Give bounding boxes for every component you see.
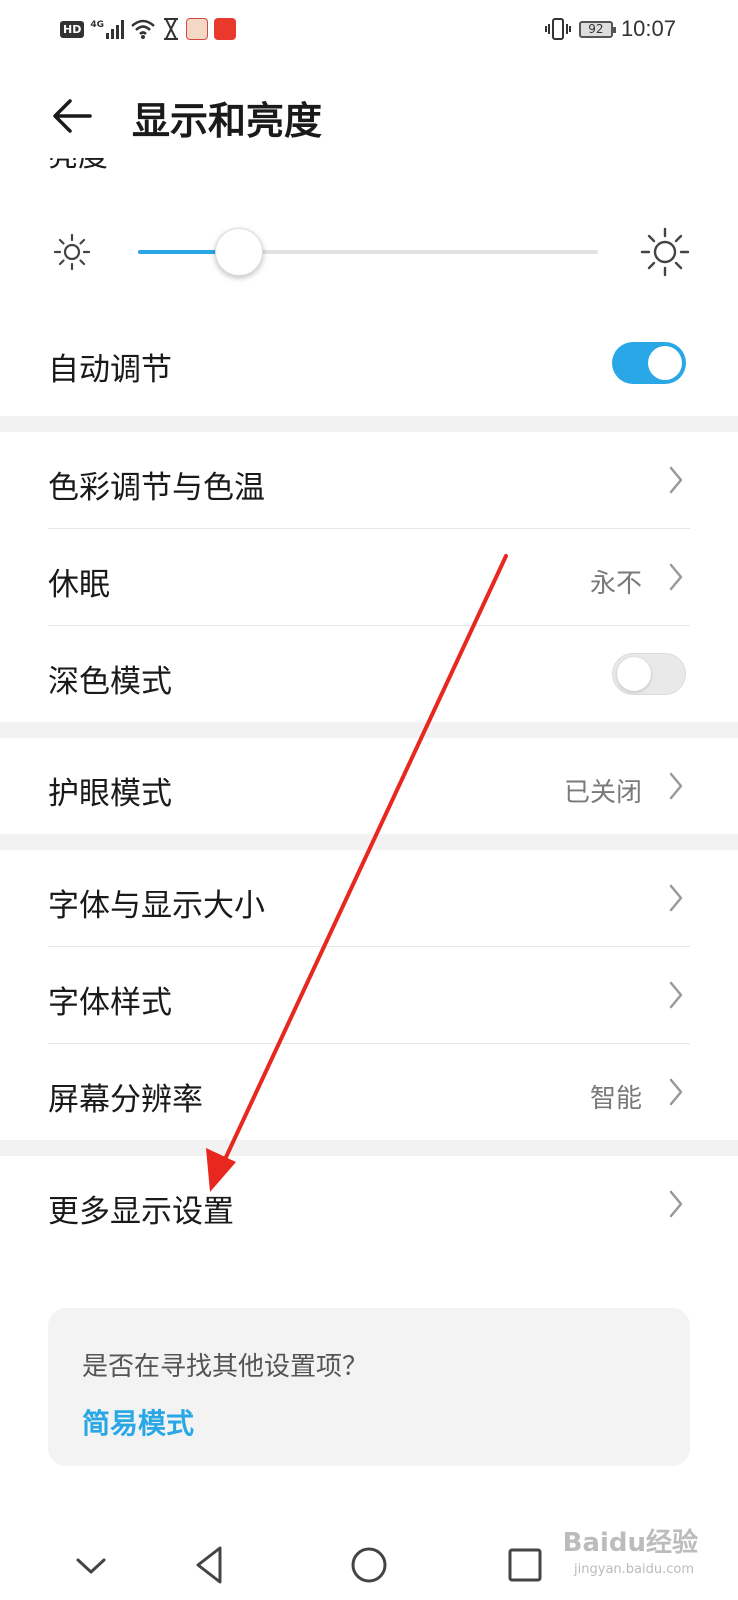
more-display-settings-row[interactable]: 更多显示设置 xyxy=(0,1156,738,1252)
hourglass-icon xyxy=(164,18,178,40)
chevron-right-icon xyxy=(669,563,683,591)
brightness-section-label: 亮度 xyxy=(48,158,108,192)
dark-mode-toggle[interactable] xyxy=(612,653,686,695)
app-header: 显示和亮度 xyxy=(0,72,738,158)
brightness-slider-row xyxy=(0,222,738,282)
chevron-right-icon xyxy=(669,466,683,494)
section-gap xyxy=(0,722,738,738)
page-title: 显示和亮度 xyxy=(132,99,323,143)
section-gap xyxy=(0,416,738,432)
row-label: 护眼模式 xyxy=(48,776,172,812)
battery-icon: 92 xyxy=(578,20,616,38)
vibrate-icon xyxy=(544,18,571,40)
color-temperature-row[interactable]: 色彩调节与色温 xyxy=(0,432,738,528)
hd-badge: HD xyxy=(60,20,85,38)
status-right: 92 10:07 xyxy=(544,14,676,44)
status-left: HD 4G xyxy=(60,14,236,44)
brightness-low-icon xyxy=(53,233,91,271)
section-gap xyxy=(0,834,738,850)
suggestion-card: 是否在寻找其他设置项？ 简易模式 xyxy=(48,1308,690,1466)
collapse-chevron-icon[interactable] xyxy=(66,1540,116,1590)
wifi-icon xyxy=(131,19,155,39)
chevron-right-icon xyxy=(669,772,683,800)
row-label: 深色模式 xyxy=(48,664,172,700)
chevron-right-icon xyxy=(669,981,683,1009)
back-arrow-icon[interactable] xyxy=(48,92,96,140)
auto-adjust-label: 自动调节 xyxy=(48,352,172,388)
auto-adjust-toggle[interactable] xyxy=(612,342,686,384)
row-label: 字体样式 xyxy=(48,985,172,1021)
row-label: 更多显示设置 xyxy=(48,1194,234,1230)
font-display-size-row[interactable]: 字体与显示大小 xyxy=(0,850,738,946)
chevron-right-icon xyxy=(669,1190,683,1218)
row-value: 已关闭 xyxy=(563,778,642,808)
app-notification-icon xyxy=(186,18,208,40)
sleep-row[interactable]: 休眠 永不 xyxy=(0,529,738,625)
network-type: 4G xyxy=(90,20,104,30)
chevron-right-icon xyxy=(669,1078,683,1106)
home-circle-icon[interactable] xyxy=(344,1540,394,1590)
signal-icon xyxy=(106,19,124,39)
section-gap xyxy=(0,1140,738,1156)
row-label: 屏幕分辨率 xyxy=(48,1082,203,1118)
suggestion-question: 是否在寻找其他设置项？ xyxy=(82,1352,369,1382)
app-notification-icon xyxy=(214,18,236,40)
row-label: 休眠 xyxy=(48,567,110,603)
brightness-high-icon xyxy=(640,227,690,277)
clock: 10:07 xyxy=(620,16,676,41)
row-value: 智能 xyxy=(589,1084,642,1114)
auto-adjust-row[interactable]: 自动调节 xyxy=(0,326,738,402)
chevron-right-icon xyxy=(669,884,683,912)
row-label: 色彩调节与色温 xyxy=(48,470,265,506)
toggle-knob xyxy=(648,346,682,380)
font-style-row[interactable]: 字体样式 xyxy=(0,947,738,1043)
back-triangle-icon[interactable] xyxy=(186,1540,236,1590)
recents-square-icon[interactable] xyxy=(500,1540,550,1590)
screen-resolution-row[interactable]: 屏幕分辨率 智能 xyxy=(0,1044,738,1140)
row-label: 字体与显示大小 xyxy=(48,888,265,924)
brightness-label-text: 亮度 xyxy=(48,158,108,174)
baidu-watermark: Baidu经验 xyxy=(562,1528,698,1558)
toggle-knob xyxy=(617,657,651,691)
status-bar: HD 4G 92 10:07 xyxy=(0,0,738,60)
brightness-slider-thumb[interactable] xyxy=(215,228,264,276)
baidu-watermark-url: jingyan.baidu.com xyxy=(574,1562,694,1577)
eye-comfort-row[interactable]: 护眼模式 已关闭 xyxy=(0,738,738,834)
dark-mode-row[interactable]: 深色模式 xyxy=(0,626,738,722)
brightness-slider[interactable] xyxy=(138,228,598,276)
simple-mode-link[interactable]: 简易模式 xyxy=(82,1402,194,1442)
row-value: 永不 xyxy=(589,569,642,599)
